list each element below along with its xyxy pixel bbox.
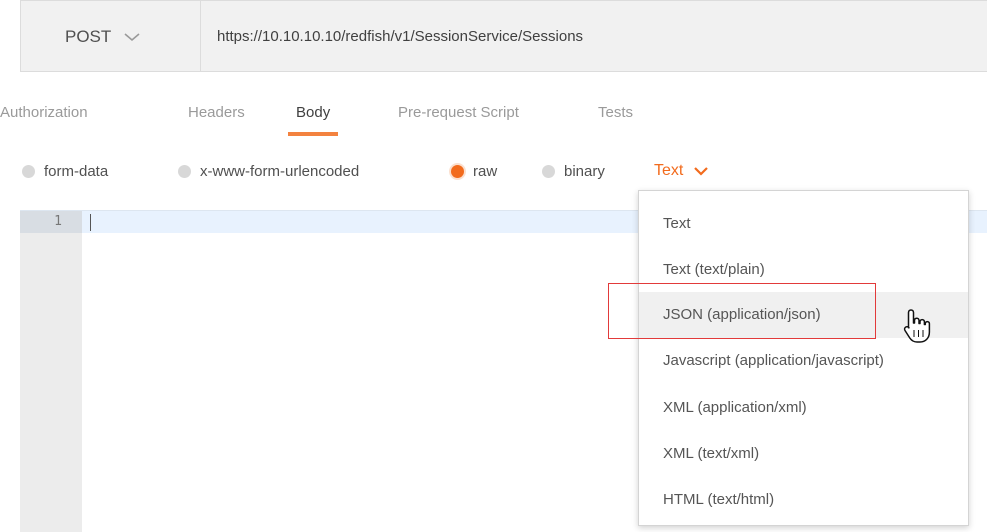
radio-raw[interactable]: raw — [451, 156, 497, 186]
line-number: 1 — [20, 211, 82, 233]
radio-circle-icon — [22, 164, 35, 178]
tab-headers[interactable]: Headers — [188, 96, 245, 136]
tab-body[interactable]: Body — [287, 96, 339, 136]
radio-label: x-www-form-urlencoded — [200, 162, 360, 180]
request-tabs: Authorization Headers Body Pre-request S… — [0, 96, 987, 136]
dropdown-item-text[interactable]: Text — [639, 201, 968, 247]
request-bar: POST https://10.10.10.10/redfish/v1/Sess… — [20, 0, 987, 72]
radio-label: form-data — [44, 162, 109, 180]
radio-circle-icon — [542, 164, 555, 178]
dropdown-item-xml-text[interactable]: XML (text/xml) — [639, 431, 968, 477]
pointer-hand-icon — [903, 309, 931, 343]
tab-authorization[interactable]: Authorization — [0, 96, 88, 136]
radio-binary[interactable]: binary — [542, 156, 605, 186]
radio-form-data[interactable]: form-data — [22, 156, 108, 186]
dropdown-item-javascript[interactable]: Javascript (application/javascript) — [639, 338, 968, 384]
tab-tests[interactable]: Tests — [598, 96, 633, 136]
raw-type-label: Text — [654, 162, 684, 179]
raw-type-dropdown: Text Text (text/plain) JSON (application… — [638, 190, 969, 526]
highlight-box — [608, 283, 876, 339]
radio-circle-icon — [178, 164, 191, 178]
chevron-down-icon — [694, 167, 709, 176]
body-type-options: form-data x-www-form-urlencoded raw bina… — [0, 156, 987, 186]
dropdown-item-xml-application[interactable]: XML (application/xml) — [639, 385, 968, 431]
line-gutter — [20, 211, 82, 532]
method-label: POST — [65, 26, 112, 46]
method-select[interactable]: POST — [21, 1, 201, 72]
chevron-down-icon — [124, 32, 140, 41]
radio-label: raw — [473, 162, 498, 180]
radio-label: binary — [564, 162, 605, 180]
raw-type-select[interactable]: Text — [654, 156, 709, 186]
radio-selected-icon — [451, 164, 464, 178]
text-caret — [90, 214, 91, 231]
radio-x-www-form-urlencoded[interactable]: x-www-form-urlencoded — [178, 156, 359, 186]
tab-pre-request-script[interactable]: Pre-request Script — [398, 96, 519, 136]
url-input[interactable]: https://10.10.10.10/redfish/v1/SessionSe… — [217, 1, 583, 72]
dropdown-item-html[interactable]: HTML (text/html) — [639, 477, 968, 523]
